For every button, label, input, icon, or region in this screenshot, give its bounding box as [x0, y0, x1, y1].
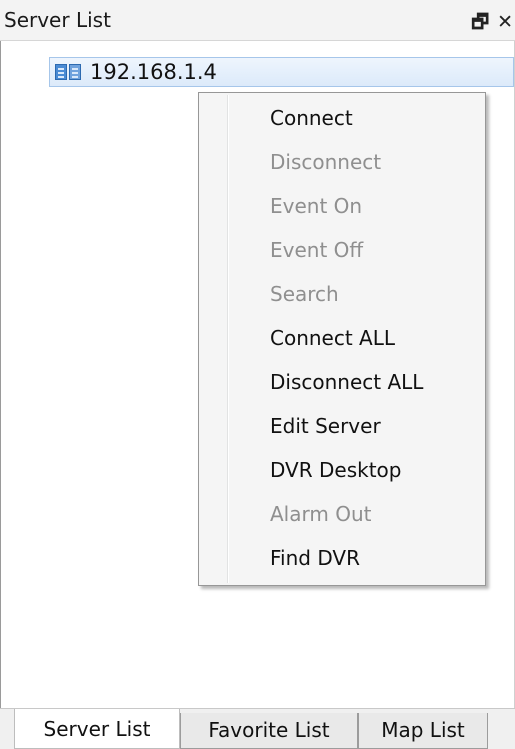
tab-server-list[interactable]: Server List — [14, 709, 180, 749]
menu-item-edit-server[interactable]: Edit Server — [201, 404, 483, 448]
menu-item-disconnect: Disconnect — [270, 150, 382, 174]
menu-item-find-dvr[interactable]: Find DVR — [201, 536, 483, 580]
tab-favorite-list[interactable]: Favorite List — [180, 713, 358, 749]
menu-item-dvr-desktop[interactable]: DVR Desktop — [201, 448, 483, 492]
panel-title: Server List — [4, 8, 111, 32]
server-icon — [55, 63, 83, 81]
titlebar-controls: 🗗 ✕ — [463, 8, 513, 40]
menu-item-connect-all[interactable]: Connect ALL — [201, 316, 483, 360]
menu-item-connect[interactable]: Connect — [201, 96, 483, 140]
menu-item-alarm-out: Alarm Out — [270, 502, 372, 526]
menu-item-search: Search — [270, 282, 339, 306]
menu-item-event-on: Event On — [270, 194, 363, 218]
menu-item-disconnect-all[interactable]: Disconnect ALL — [201, 360, 483, 404]
float-window-icon[interactable]: 🗗 — [471, 11, 489, 33]
context-menu: Connect Disconnect Event On Event Off Se… — [198, 92, 486, 586]
tree-item-server[interactable]: 192.168.1.4 — [49, 57, 514, 87]
close-icon[interactable]: ✕ — [497, 11, 513, 33]
bottom-tab-bar: Server List Favorite List Map List — [0, 708, 515, 749]
tab-map-list[interactable]: Map List — [358, 713, 488, 749]
panel-titlebar: Server List 🗗 ✕ — [0, 0, 515, 41]
menu-item-event-off: Event Off — [270, 238, 364, 262]
tree-item-label: 192.168.1.4 — [90, 60, 217, 84]
